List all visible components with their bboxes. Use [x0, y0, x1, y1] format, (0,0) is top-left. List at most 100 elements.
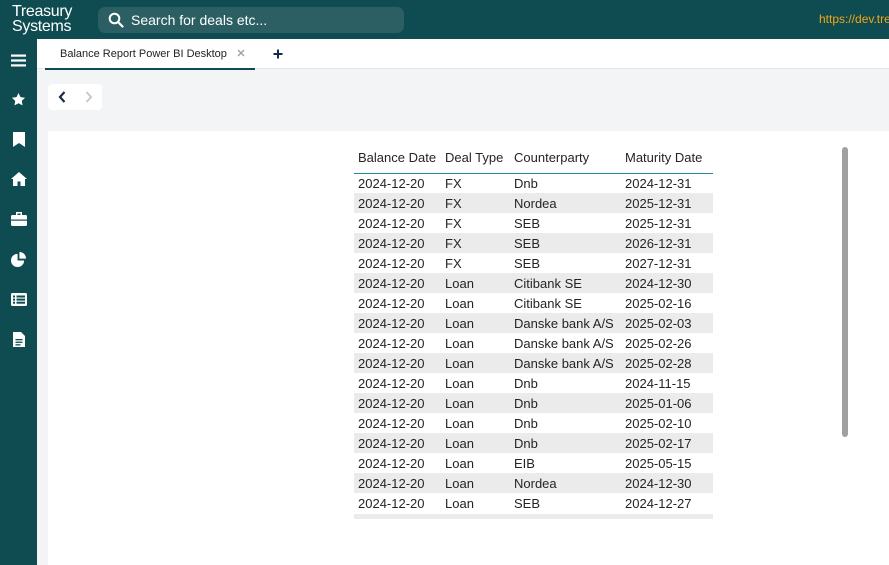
chevron-left-icon [58, 91, 65, 103]
sidebar-item-reports[interactable] [0, 246, 37, 272]
sidebar [0, 39, 37, 565]
table-cell: 2025-12-31 [621, 193, 713, 213]
table-cell: 2024-12-20 [354, 313, 441, 333]
column-header-maturity-date[interactable]: Maturity Date [621, 143, 713, 174]
add-tab-icon[interactable] [273, 49, 283, 59]
briefcase-icon [10, 212, 27, 226]
table-cell: 2024-12-20 [358, 295, 425, 311]
balance-table: Balance Date Deal Type Counterparty Matu… [354, 143, 713, 513]
table-cell: Loan [441, 313, 510, 333]
table-cell: Dnb [510, 393, 621, 413]
table-cell: Danske bank A/S [510, 313, 621, 333]
table-cell: Loan [441, 433, 510, 453]
table-cell: 2024-12-20 [358, 215, 425, 231]
table-cell: 2025-02-16 [625, 295, 692, 311]
search-icon [101, 7, 131, 33]
chevron-right-icon [85, 91, 92, 103]
sidebar-item-favorites[interactable] [0, 86, 37, 112]
table-cell: SEB [514, 255, 541, 271]
table-cell: Danske bank A/S [510, 353, 621, 373]
table-cell: Loan [445, 415, 474, 431]
sidebar-item-menu[interactable] [0, 47, 37, 73]
table-row[interactable]: 2024-12-20 Loan Dnb 2025-02-17 [354, 433, 713, 453]
brand-line-2: Systems [12, 18, 72, 35]
table-cell: 2025-02-03 [621, 313, 713, 333]
sidebar-item-bookmarks[interactable] [0, 126, 37, 152]
table-row[interactable]: 2024-12-20 Loan Citibank SE 2024-12-30 [354, 273, 713, 293]
forward-button[interactable] [75, 84, 102, 110]
table-row[interactable]: 2024-12-20 Loan Dnb 2024-11-15 [354, 373, 713, 393]
table-cell: 2024-12-31 [625, 175, 692, 191]
table-cell: 2024-12-20 [354, 353, 441, 373]
table-row[interactable]: 2024-12-20 FX Dnb 2024-12-31 [354, 173, 713, 193]
menu-icon [11, 54, 26, 66]
table-cell: 2024-12-20 [354, 473, 441, 493]
bookmark-icon [12, 131, 25, 147]
table-row[interactable]: 2024-12-20 Loan Dnb 2025-02-10 [354, 413, 713, 433]
top-bar: Treasury Systems https://dev.tre [0, 0, 889, 39]
table-cell: EIB [514, 455, 535, 471]
table-cell: Loan [445, 295, 474, 311]
table-row[interactable]: 2024-12-20 Loan Nordea 2024-12-30 [354, 473, 713, 493]
table-body: 2024-12-20 FX Dnb 2024-12-31 2024-12-20 FX Nor… [354, 173, 713, 513]
table-cell: 2025-02-10 [625, 415, 692, 431]
table-cell: 2025-02-26 [625, 335, 692, 351]
table-cell: Dnb [514, 175, 538, 191]
close-icon[interactable] [236, 48, 246, 58]
table-cell: Loan [441, 353, 510, 373]
search-box[interactable] [98, 7, 404, 33]
table-row[interactable]: 2024-12-20 FX SEB 2025-12-31 [354, 213, 713, 233]
table-cell: 2025-02-28 [621, 353, 713, 373]
sidebar-item-deals[interactable] [0, 206, 37, 232]
table-cell: 2025-02-17 [621, 433, 713, 453]
table-cell: Dnb [510, 433, 621, 453]
table-row[interactable]: 2024-12-20 FX Nordea 2025-12-31 [354, 193, 713, 213]
table-row[interactable]: 2024-12-20 Loan Danske bank A/S 2025-02-03 [354, 313, 713, 333]
table-cell: 2024-12-20 [354, 393, 441, 413]
table-cell: SEB [514, 495, 541, 511]
table-cell: SEB [514, 215, 541, 231]
table-cell: Loan [445, 335, 474, 351]
table-cell: Nordea [510, 193, 621, 213]
table-cell: Danske bank A/S [514, 335, 614, 351]
document-icon [12, 331, 25, 347]
table-row[interactable]: 2024-12-20 Loan Dnb 2025-01-06 [354, 393, 713, 413]
table-cell: FX [441, 193, 510, 213]
back-button[interactable] [48, 84, 75, 110]
tab-label: Balance Report Power BI Desktop [60, 47, 227, 60]
tab-balance-report[interactable]: Balance Report Power BI Desktop [45, 39, 255, 70]
table-header-row: Balance Date Deal Type Counterparty Matu… [354, 143, 713, 174]
table-row[interactable]: 2024-12-20 Loan Citibank SE 2025-02-16 [354, 293, 713, 313]
table-cell: SEB [510, 233, 621, 253]
table-row[interactable]: 2024-12-20 FX SEB 2027-12-31 [354, 253, 713, 273]
tab-bar: Balance Report Power BI Desktop [37, 39, 889, 70]
table-cell: Loan [441, 393, 510, 413]
table-cell: 2024-12-20 [354, 433, 441, 453]
table-row[interactable]: 2024-12-20 FX SEB 2026-12-31 [354, 233, 713, 253]
sidebar-item-documents[interactable] [0, 326, 37, 352]
table-cell: Citibank SE [510, 273, 621, 293]
sidebar-item-lists[interactable] [0, 286, 37, 312]
table-cell: Dnb [514, 415, 538, 431]
partial-row [354, 514, 713, 519]
table-cell: Loan [441, 473, 510, 493]
vertical-scrollbar[interactable] [842, 147, 848, 437]
table-row[interactable]: 2024-12-20 Loan Danske bank A/S 2025-02-28 [354, 353, 713, 373]
column-header-balance-date[interactable]: Balance Date [354, 143, 441, 174]
table-cell: FX [445, 215, 462, 231]
search-input[interactable] [131, 12, 391, 28]
column-header-deal-type[interactable]: Deal Type [441, 143, 510, 174]
table-row[interactable]: 2024-12-20 Loan Danske bank A/S 2025-02-26 [354, 333, 713, 353]
table-cell: 2024-12-20 [358, 415, 425, 431]
sidebar-item-home[interactable] [0, 166, 37, 192]
table-cell: 2027-12-31 [625, 255, 692, 271]
table-cell: 2025-01-06 [621, 393, 713, 413]
table-row[interactable]: 2024-12-20 Loan SEB 2024-12-27 [354, 493, 713, 513]
table-cell: 2024-12-20 [354, 273, 441, 293]
column-header-counterparty[interactable]: Counterparty [510, 143, 621, 174]
environment-url[interactable]: https://dev.tre [819, 12, 889, 26]
table-cell: 2025-05-15 [625, 455, 692, 471]
brand-logo[interactable]: Treasury Systems [12, 4, 72, 35]
table-cell: FX [441, 233, 510, 253]
table-row[interactable]: 2024-12-20 Loan EIB 2025-05-15 [354, 453, 713, 473]
